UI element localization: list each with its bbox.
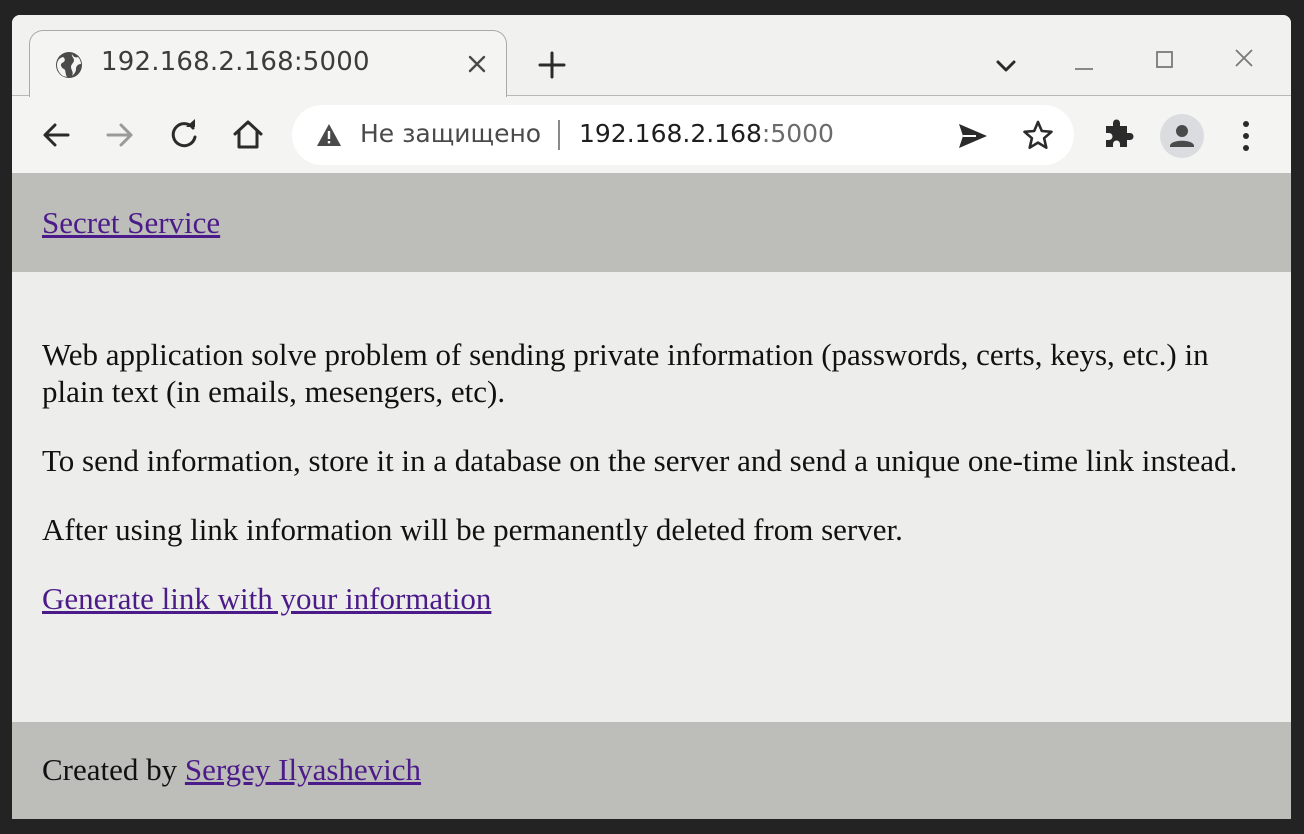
tab-strip: 192.168.2.168:5000 [12,15,1291,97]
site-footer: Created by Sergey Ilyashevich [12,722,1291,819]
warning-icon[interactable] [316,123,342,147]
url-host: 192.168.2.168 [579,119,762,148]
kebab-menu-icon[interactable] [1232,116,1260,156]
browser-toolbar: Не защищено 192.168.2.168:5000 [12,96,1291,173]
maximize-icon[interactable] [1152,47,1178,73]
author-link[interactable]: Sergey Ilyashevich [185,752,421,787]
footer-prefix: Created by [42,752,185,787]
chevron-down-icon[interactable] [992,52,1020,80]
close-icon[interactable] [1231,45,1257,71]
home-icon[interactable] [229,116,267,154]
tab-active[interactable]: 192.168.2.168:5000 [29,30,507,97]
main-content: Web application solve problem of sending… [42,336,1257,649]
generate-link[interactable]: Generate link with your information [42,581,491,616]
url-text[interactable]: 192.168.2.168:5000 [579,119,834,148]
plus-icon[interactable] [535,48,569,82]
puzzle-icon[interactable] [1100,116,1136,152]
globe-icon [54,50,84,80]
star-icon[interactable] [1021,118,1055,152]
site-title-link[interactable]: Secret Service [42,205,220,241]
minimize-icon[interactable] [1072,53,1096,77]
arrow-left-icon[interactable] [37,116,75,154]
footer-text: Created by Sergey Ilyashevich [42,752,421,788]
generate-link-paragraph: Generate link with your information [42,580,1257,617]
deletion-paragraph: After using link information will be per… [42,512,903,547]
how-it-works-paragraph: To send information, store it in a datab… [42,443,1238,478]
reload-icon[interactable] [165,116,203,154]
address-bar[interactable]: Не защищено 192.168.2.168:5000 [292,105,1074,165]
person-icon[interactable] [1160,114,1204,158]
arrow-right-icon[interactable] [101,116,139,154]
security-status-text[interactable]: Не защищено [360,119,541,148]
intro-paragraph: Web application solve problem of sending… [42,337,1209,409]
url-port: :5000 [761,119,834,148]
browser-window: 192.168.2.168:5000 Не защищено 192.168.2… [12,15,1291,819]
send-icon[interactable] [956,121,990,151]
tab-title: 192.168.2.168:5000 [101,47,370,77]
web-page: Secret Service Web application solve pro… [12,173,1291,819]
tab-close-icon[interactable] [466,53,488,75]
omnibox-divider [558,120,560,150]
site-header: Secret Service [12,173,1291,272]
